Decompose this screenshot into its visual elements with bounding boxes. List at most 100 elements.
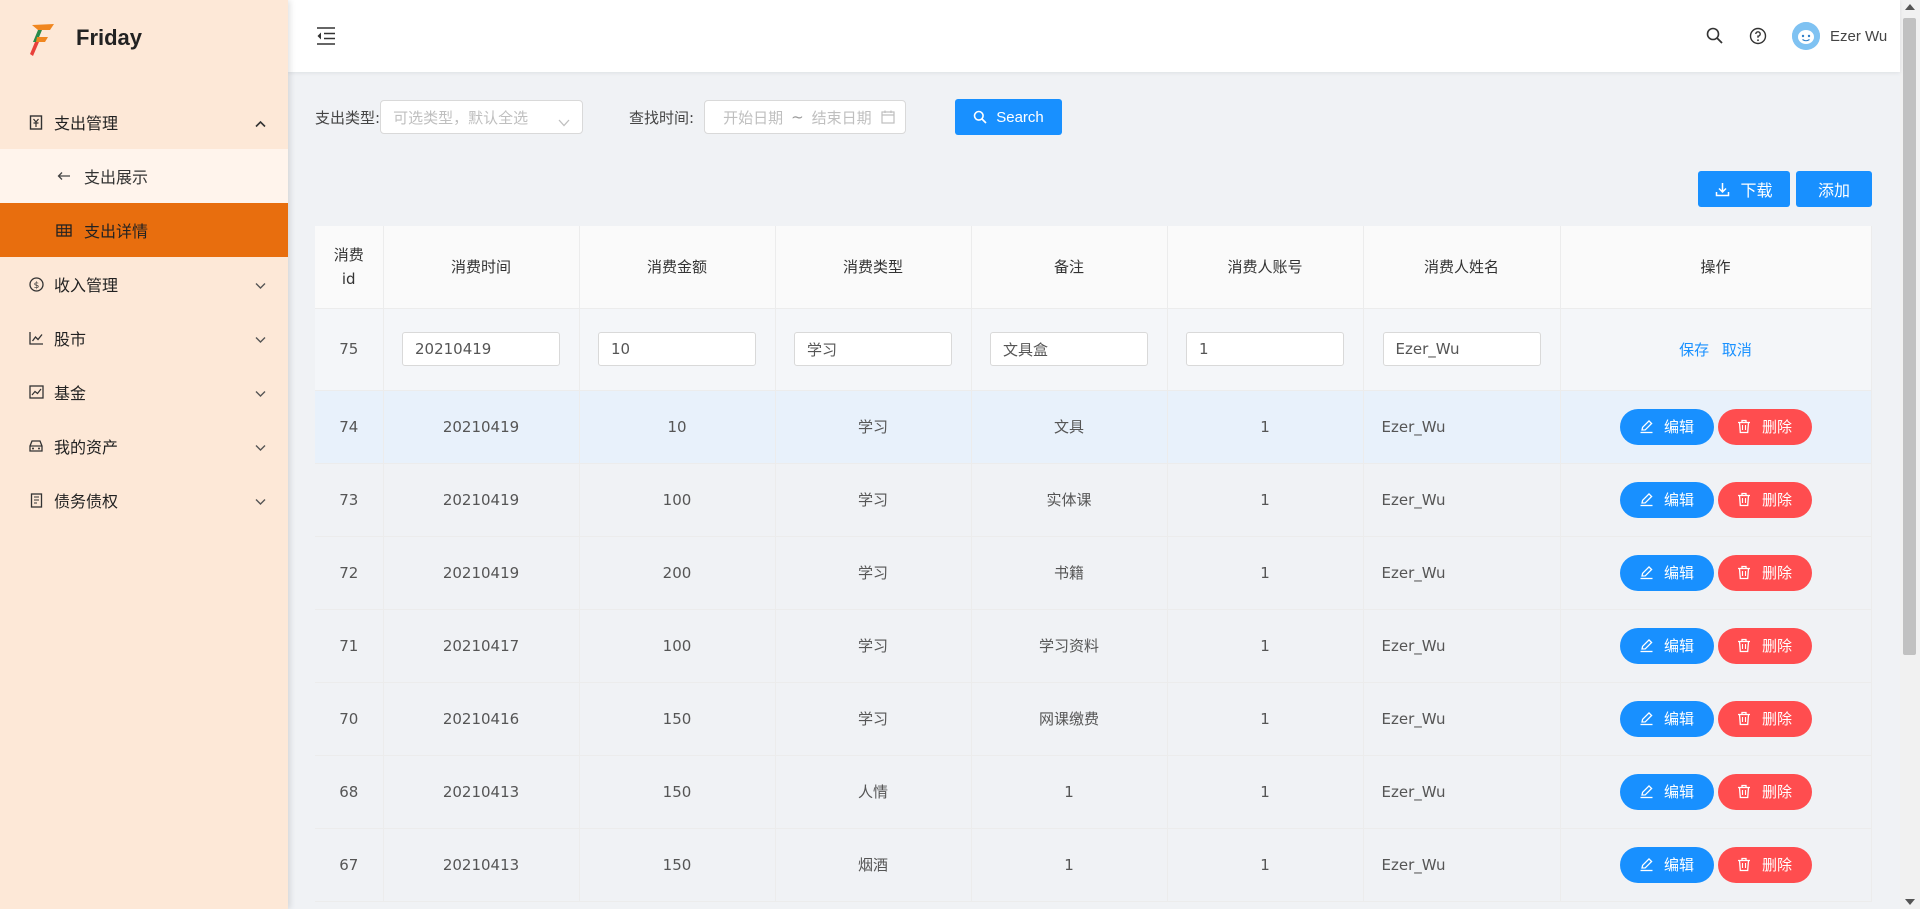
type-input[interactable] <box>794 332 952 366</box>
cell-amount: 200 <box>579 536 776 610</box>
delete-button[interactable]: 删除 <box>1717 627 1812 664</box>
delete-button[interactable]: 删除 <box>1717 481 1812 518</box>
save-link[interactable]: 保存 <box>1679 341 1709 359</box>
menu-stock-market[interactable]: 股市 <box>0 311 288 365</box>
menu-expense-details[interactable]: 支出详情 <box>0 203 288 257</box>
column-header-account[interactable]: 消费人账号 <box>1167 226 1364 309</box>
column-header-amount[interactable]: 消费金额 <box>579 226 776 309</box>
cell-id: 73 <box>315 463 384 537</box>
edit-button[interactable]: 编辑 <box>1619 846 1714 883</box>
cell-note: 学习资料 <box>971 609 1168 683</box>
cell-time: 20210419 <box>383 390 580 464</box>
menu-funds[interactable]: 基金 <box>0 365 288 419</box>
cell-time: 20210413 <box>383 828 580 902</box>
chevron-down-icon <box>255 383 266 402</box>
delete-button[interactable]: 删除 <box>1717 554 1812 591</box>
download-button[interactable]: 下载 <box>1698 171 1790 207</box>
side-menu: 支出管理 支出展示 支出详情 $ 收入管理 股市 基金 我的资产 债务债权 <box>0 95 288 527</box>
svg-text:$: $ <box>33 281 39 291</box>
delete-button[interactable]: 删除 <box>1717 773 1812 810</box>
cell-time: 20210416 <box>383 682 580 756</box>
name-input[interactable] <box>1382 332 1541 366</box>
sidebar: Friday 支出管理 支出展示 支出详情 $ 收入管理 股市 基金 我的资产 … <box>0 0 288 909</box>
cell-type: 学习 <box>775 536 972 610</box>
delete-label: 删除 <box>1761 637 1792 655</box>
cell-name: Ezer_Wu <box>1363 390 1561 464</box>
delete-label: 删除 <box>1761 856 1792 874</box>
menu-expense-overview[interactable]: 支出展示 <box>0 149 288 203</box>
menu-label: 债务债权 <box>54 492 119 511</box>
table-edit-row: 75 保存 取消 <box>315 308 1872 391</box>
menu-fold-icon[interactable] <box>315 26 337 46</box>
menu-expense-management[interactable]: 支出管理 <box>0 95 288 149</box>
time-input[interactable] <box>402 332 560 366</box>
column-header-name[interactable]: 消费人姓名 <box>1363 226 1561 309</box>
cell-account: 1 <box>1167 682 1364 756</box>
delete-button[interactable]: 删除 <box>1717 700 1812 737</box>
amount-input[interactable] <box>598 332 756 366</box>
cell-name: Ezer_Wu <box>1363 463 1561 537</box>
menu-label: 支出管理 <box>54 114 119 133</box>
cell-note: 文具 <box>971 390 1168 464</box>
trash-icon <box>1737 638 1752 653</box>
user-menu[interactable]: Ezer Wu <box>1792 22 1887 50</box>
scroll-down-arrow-icon[interactable] <box>1905 899 1915 905</box>
cell-id: 72 <box>315 536 384 610</box>
scroll-thumb[interactable] <box>1903 18 1916 655</box>
expense-type-select[interactable]: 可选类型，默认全选 <box>380 100 584 134</box>
trash-icon <box>1737 419 1752 434</box>
cell-amount <box>579 308 776 391</box>
cell-time: 20210413 <box>383 755 580 829</box>
time-range-label: 查找时间: <box>629 108 695 127</box>
line-chart-icon <box>28 330 44 346</box>
cell-account: 1 <box>1167 463 1364 537</box>
edit-icon <box>1639 565 1654 580</box>
date-range-picker[interactable]: 开始日期 ~ 结束日期 <box>704 100 907 134</box>
account-input[interactable] <box>1186 332 1344 366</box>
chevron-down-icon <box>255 275 266 294</box>
chevron-up-icon <box>255 113 266 132</box>
arrow-left-icon <box>56 168 72 184</box>
edit-button[interactable]: 编辑 <box>1619 700 1714 737</box>
cell-type: 学习 <box>775 463 972 537</box>
column-header-time[interactable]: 消费时间 <box>383 226 580 309</box>
question-circle-icon[interactable] <box>1749 27 1767 45</box>
search-button[interactable]: Search <box>955 99 1062 135</box>
edit-button[interactable]: 编辑 <box>1619 773 1714 810</box>
edit-button[interactable]: 编辑 <box>1619 554 1714 591</box>
add-button[interactable]: 添加 <box>1796 171 1872 207</box>
cell-actions: 编辑 删除 <box>1560 536 1872 610</box>
column-header-note[interactable]: 备注 <box>971 226 1168 309</box>
chevron-down-icon <box>255 329 266 348</box>
delete-label: 删除 <box>1761 491 1792 509</box>
menu-debts-credits[interactable]: 债务债权 <box>0 473 288 527</box>
cell-id: 75 <box>315 308 384 391</box>
cell-actions: 编辑 删除 <box>1560 609 1872 683</box>
edit-label: 编辑 <box>1663 491 1694 509</box>
menu-income-management[interactable]: $ 收入管理 <box>0 257 288 311</box>
table-row: 71 20210417 100 学习 学习资料 1 Ezer_Wu 编辑 删除 <box>315 609 1872 683</box>
edit-icon <box>1639 492 1654 507</box>
edit-button[interactable]: 编辑 <box>1619 408 1714 445</box>
cell-id: 74 <box>315 390 384 464</box>
note-input[interactable] <box>990 332 1148 366</box>
vertical-scrollbar[interactable] <box>1900 0 1920 909</box>
cancel-link[interactable]: 取消 <box>1722 341 1752 359</box>
delete-button[interactable]: 删除 <box>1717 408 1812 445</box>
search-icon[interactable] <box>1705 26 1725 46</box>
trash-icon <box>1737 492 1752 507</box>
time-range-filter: 查找时间: 开始日期 ~ 结束日期 <box>629 99 907 135</box>
column-header-id[interactable]: 消费id <box>315 226 384 309</box>
cell-actions: 编辑 删除 <box>1560 755 1872 829</box>
menu-my-assets[interactable]: 我的资产 <box>0 419 288 473</box>
edit-label: 编辑 <box>1663 564 1694 582</box>
edit-label: 编辑 <box>1663 418 1694 436</box>
app-logo[interactable]: Friday <box>28 18 142 58</box>
scroll-up-arrow-icon[interactable] <box>1905 4 1915 10</box>
cell-name: Ezer_Wu <box>1363 828 1561 902</box>
delete-button[interactable]: 删除 <box>1717 846 1812 883</box>
column-header-type[interactable]: 消费类型 <box>775 226 972 309</box>
edit-button[interactable]: 编辑 <box>1619 627 1714 664</box>
edit-button[interactable]: 编辑 <box>1619 481 1714 518</box>
download-label: 下载 <box>1740 181 1773 200</box>
